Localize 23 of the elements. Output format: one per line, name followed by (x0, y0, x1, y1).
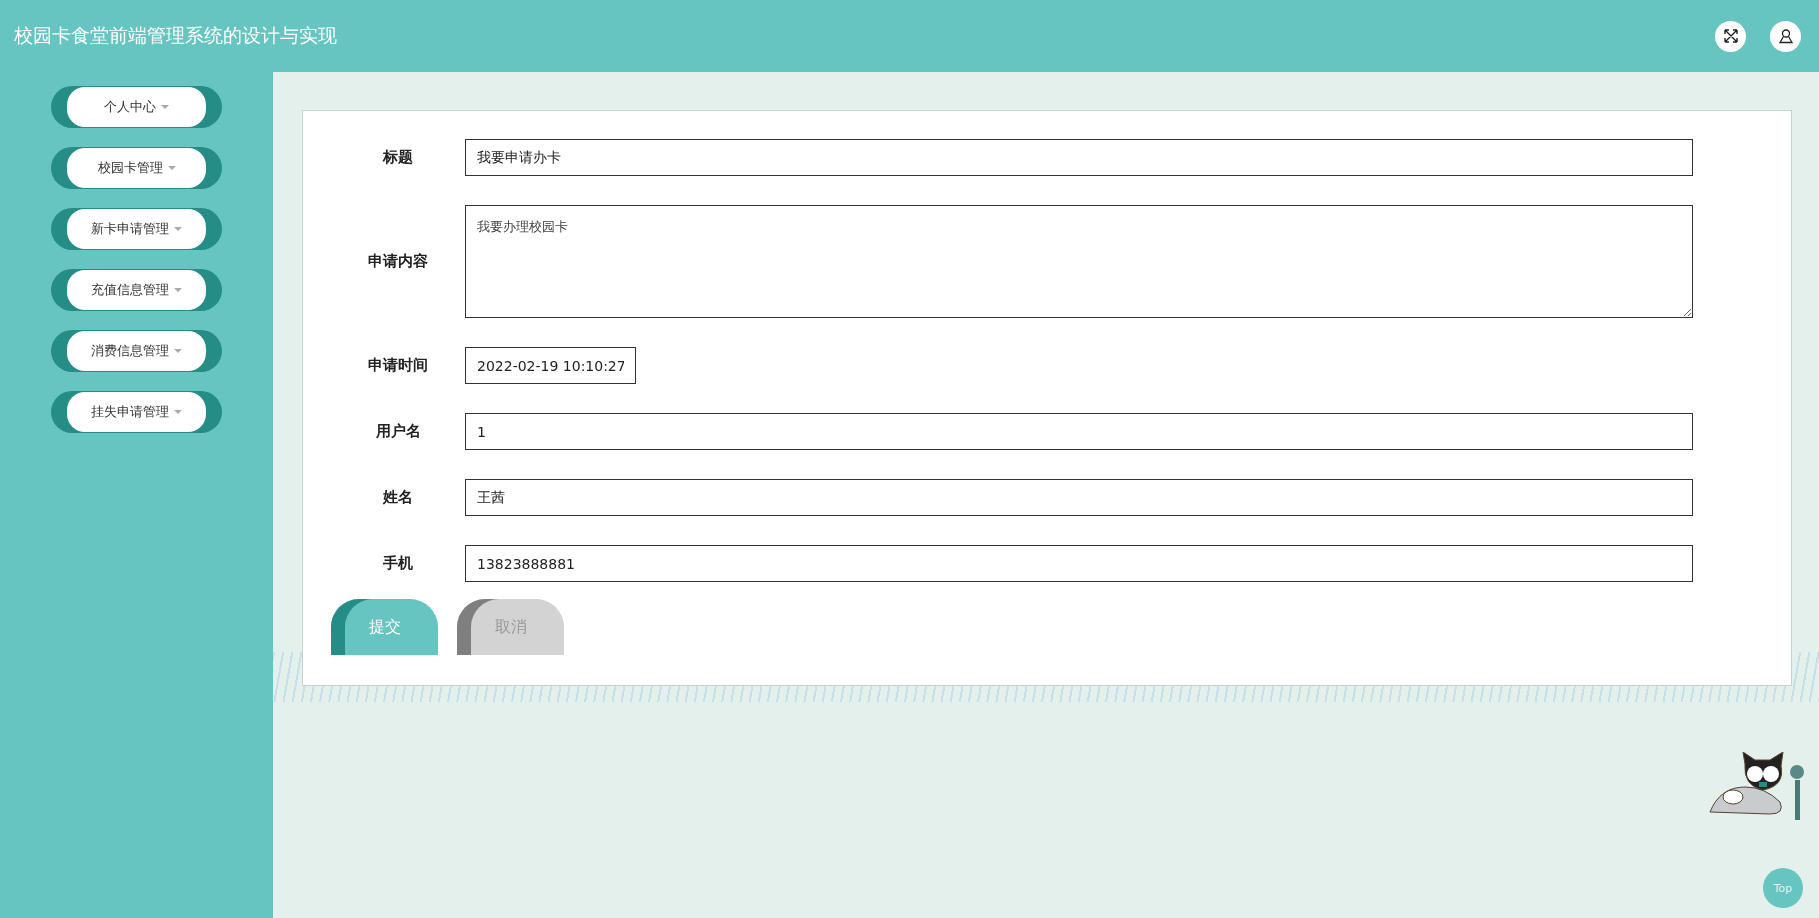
fullscreen-button[interactable] (1715, 20, 1746, 52)
field-label: 姓名 (382, 488, 414, 507)
date-field[interactable]: 2022-02-19 10:10:27 (465, 347, 636, 384)
sidebar-menu-item[interactable]: 个人中心 (51, 86, 222, 128)
field-label: 申请内容 (367, 252, 429, 271)
user-icon (1777, 28, 1794, 44)
user-button[interactable] (1770, 20, 1801, 52)
expand-arrows-icon (1722, 28, 1739, 44)
input-field[interactable]: 13823888881 (465, 545, 1693, 582)
field-label: 标题 (381, 148, 414, 167)
sidebar-menu-item[interactable]: 新卡申请管理 (51, 208, 222, 250)
sidebar-menu-item[interactable]: 充值信息管理 (51, 269, 222, 311)
input-field[interactable]: 我要申请办卡 (465, 139, 1693, 176)
app-title: 校园卡食堂前端管理系统的设计与实现 (14, 23, 337, 48)
sidebar-menu-item[interactable]: 消费信息管理 (51, 330, 222, 372)
field-label: 手机 (382, 554, 414, 573)
sidebar-menu-item[interactable]: 挂失申请管理 (51, 391, 222, 433)
sidebar-menu-item[interactable]: 校园卡管理 (51, 147, 222, 189)
field-label: 用户名 (374, 422, 422, 441)
input-field[interactable]: 1 (465, 413, 1693, 450)
field-label: 申请时间 (367, 356, 429, 375)
content-textarea[interactable]: 我要办理校园卡 (465, 205, 1693, 318)
input-field[interactable]: 王茜 (465, 479, 1693, 516)
